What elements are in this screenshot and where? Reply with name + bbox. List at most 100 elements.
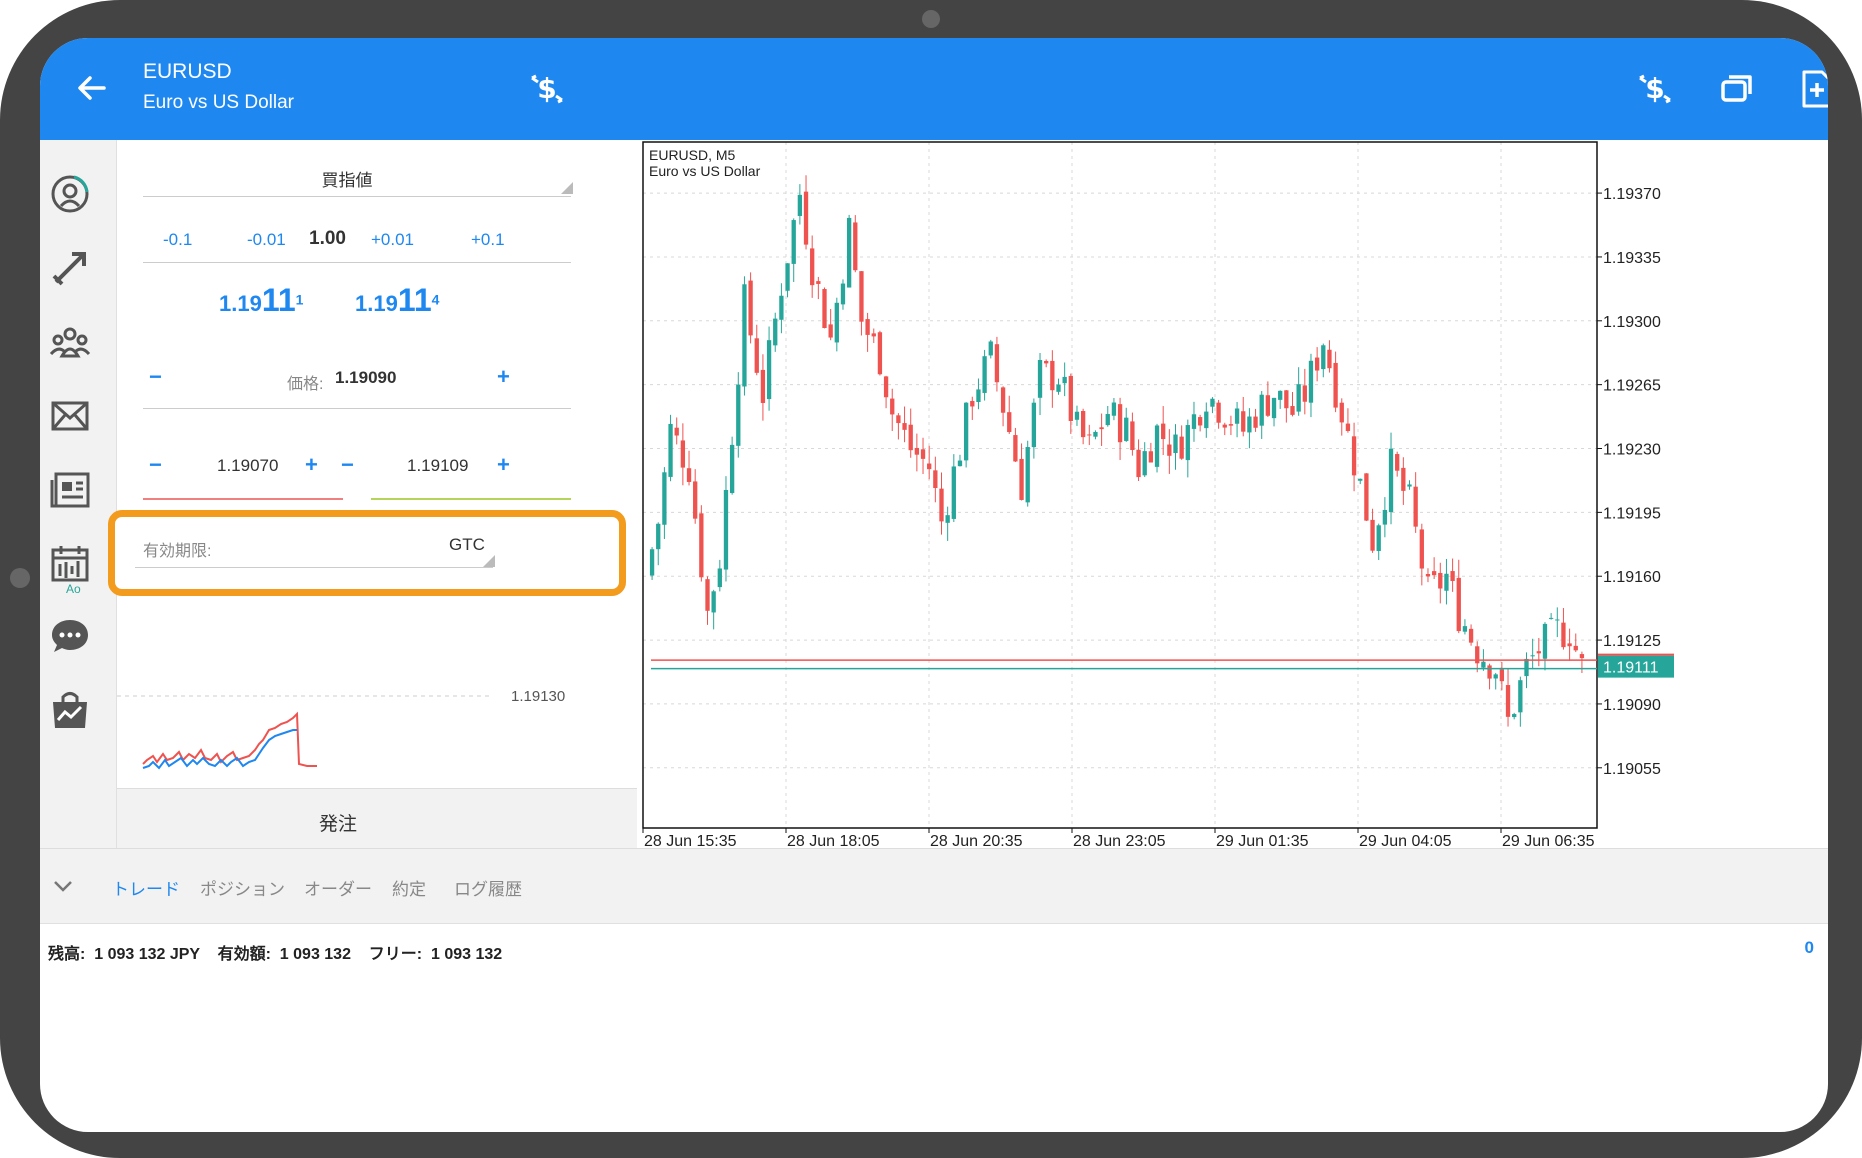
new-order-icon[interactable]: [1796, 68, 1828, 110]
candle-body: [1512, 714, 1517, 718]
price-minus-button[interactable]: −: [149, 364, 162, 390]
candle-body: [840, 283, 846, 305]
candle-body: [1216, 402, 1221, 423]
candle-body: [1031, 402, 1037, 448]
window-icon[interactable]: [1716, 68, 1758, 110]
candle-body: [1413, 486, 1418, 527]
tp-value[interactable]: 1.19109: [407, 456, 468, 476]
market-icon[interactable]: [48, 688, 92, 732]
candle-body: [1062, 376, 1067, 384]
app-screen: EURUSD Euro vs US Dollar $ $ Ao 買指値 -0.1…: [40, 38, 1828, 1132]
volume-minus-0.01-button[interactable]: -0.01: [247, 230, 286, 250]
candle-body: [773, 318, 778, 346]
candle-body: [1007, 412, 1012, 433]
volume-underline: [143, 262, 571, 263]
candle-body: [797, 194, 803, 216]
sl-minus-button[interactable]: −: [149, 452, 162, 478]
candle-body: [939, 488, 944, 522]
candle-body: [1148, 451, 1154, 463]
candle-body: [1505, 685, 1511, 717]
profile-icon[interactable]: [48, 172, 92, 216]
candle-body: [896, 415, 901, 424]
candle-body: [1161, 423, 1166, 440]
terminal-tabs-bar: トレード ポジション オーダー 約定 ログ履歴: [40, 848, 1828, 924]
candle-body: [1167, 444, 1172, 456]
candle-body: [649, 549, 655, 576]
candlestick-chart: EURUSD, M5 Euro vs US Dollar 1.19111 1.1…: [642, 141, 1674, 848]
x-tick-label: 28 Jun 15:35: [644, 833, 737, 848]
candle-body: [1536, 651, 1541, 654]
candle-body: [1050, 360, 1055, 391]
candle-body: [828, 324, 833, 338]
candle-body: [1407, 484, 1412, 487]
volume-plus-0.1-button[interactable]: +0.1: [471, 230, 505, 250]
y-tick-label: 1.19300: [1603, 314, 1661, 331]
tp-minus-button[interactable]: −: [341, 452, 354, 478]
x-tick-label: 29 Jun 06:35: [1502, 833, 1595, 848]
candle-body: [1093, 431, 1098, 437]
expiry-value[interactable]: GTC: [449, 535, 485, 555]
candle-body: [810, 248, 815, 286]
tp-plus-button[interactable]: +: [497, 452, 510, 478]
mini-price-chart: 1.19130: [117, 688, 565, 770]
tab-trade[interactable]: トレード: [112, 875, 180, 900]
trade-arrows-icon[interactable]: [48, 246, 92, 290]
chart-title: EURUSD, M5: [649, 147, 736, 163]
back-arrow-icon[interactable]: [70, 66, 114, 110]
place-order-label: 発注: [318, 814, 357, 835]
candle-body: [779, 295, 784, 320]
chart-grid-vertical: [785, 142, 1502, 828]
candle-body: [1290, 406, 1295, 415]
y-axis-labels: 1.19370 1.19335 1.19300 1.19265 1.19230 1.191…: [1597, 186, 1661, 778]
mail-icon[interactable]: [48, 394, 92, 438]
candle-body: [1271, 397, 1277, 419]
candle-body: [846, 217, 852, 288]
candle-body: [1179, 436, 1184, 459]
bid-big: 11: [261, 282, 296, 318]
trade-icon[interactable]: $: [526, 68, 568, 110]
place-order-button[interactable]: 発注: [117, 788, 637, 849]
chevron-down-icon[interactable]: [52, 875, 74, 897]
candle-body: [1395, 454, 1400, 471]
calendar-icon[interactable]: [48, 542, 92, 586]
candle-body: [1555, 619, 1560, 621]
candle-body: [723, 489, 729, 570]
price-plus-button[interactable]: +: [497, 364, 510, 390]
news-icon[interactable]: [48, 468, 92, 512]
dropdown-corner-icon: [561, 182, 573, 194]
candle-body: [976, 389, 981, 403]
volume-plus-0.01-button[interactable]: +0.01: [371, 230, 414, 250]
candle-body: [1253, 416, 1258, 428]
candle-body: [945, 515, 950, 523]
candle-body: [1191, 414, 1197, 429]
candle-body: [1524, 658, 1529, 677]
candle-body: [1124, 417, 1129, 441]
x-tick-label: 29 Jun 01:35: [1216, 833, 1309, 848]
price-value[interactable]: 1.19090: [335, 368, 396, 388]
community-icon[interactable]: [48, 320, 92, 364]
sl-value[interactable]: 1.19070: [217, 456, 278, 476]
chat-icon[interactable]: [48, 614, 92, 658]
candle-body: [785, 263, 790, 291]
candle-body: [1370, 519, 1375, 551]
candle-body: [883, 376, 889, 398]
trade-icon[interactable]: $: [1634, 68, 1676, 110]
volume-minus-0.1-button[interactable]: -0.1: [163, 230, 192, 250]
y-tick-label: 1.19265: [1603, 378, 1661, 395]
candle-body: [1025, 447, 1030, 503]
candle-body: [1438, 572, 1443, 589]
tab-log-history[interactable]: ログ履歴: [454, 875, 522, 900]
candle-body: [1259, 394, 1264, 426]
tab-deals[interactable]: 約定: [392, 875, 426, 900]
volume-value[interactable]: 1.00: [309, 228, 346, 250]
sl-plus-button[interactable]: +: [305, 452, 318, 478]
x-tick-label: 28 Jun 23:05: [1073, 833, 1166, 848]
candle-body: [1499, 669, 1505, 682]
order-type-select[interactable]: 買指値: [277, 166, 417, 191]
tab-orders[interactable]: オーダー: [304, 875, 372, 900]
ask-price: 1.19114: [355, 282, 439, 319]
candle-body: [1333, 362, 1338, 408]
svg-text:$: $: [537, 72, 556, 105]
tab-positions[interactable]: ポジション: [200, 875, 285, 900]
candle-body: [1302, 385, 1307, 402]
